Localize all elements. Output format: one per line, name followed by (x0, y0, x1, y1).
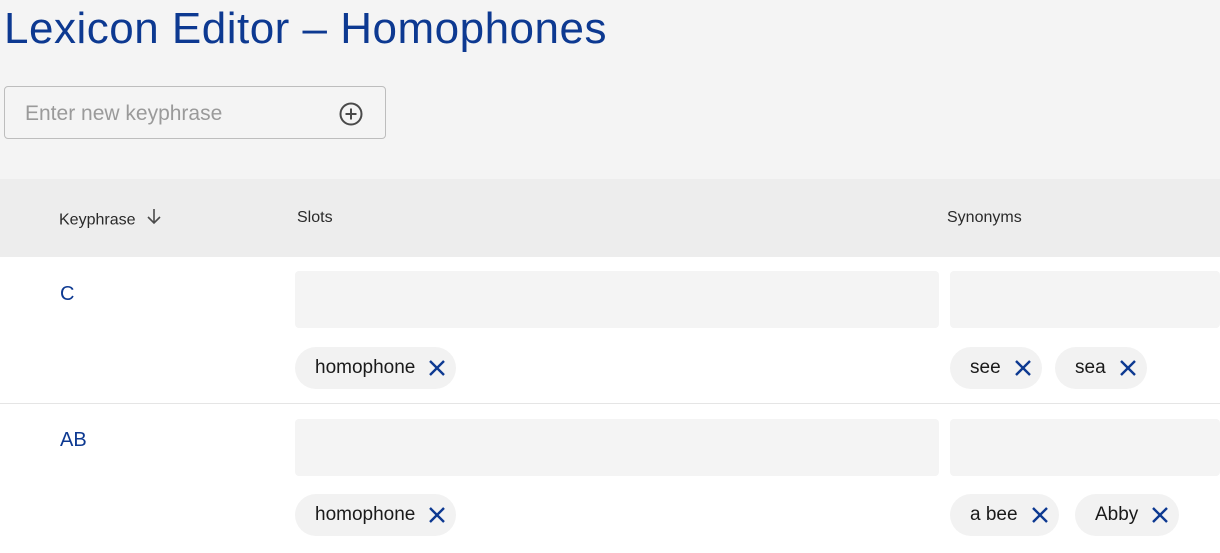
plus-circle-icon (339, 102, 363, 126)
slot-chip-label: homophone (315, 504, 416, 525)
table-row: AB homophone a bee Abby (0, 404, 1220, 553)
close-icon[interactable] (428, 506, 446, 524)
top-panel: Lexicon Editor – Homophones (0, 0, 1220, 179)
close-icon[interactable] (1151, 506, 1169, 524)
slot-input[interactable] (295, 271, 939, 328)
arrow-down-icon[interactable] (146, 207, 162, 230)
table-row: C homophone see sea (0, 257, 1220, 403)
slot-input[interactable] (295, 419, 939, 476)
new-keyphrase-input[interactable] (23, 101, 327, 127)
synonym-chip: Abby (1075, 494, 1180, 536)
close-icon[interactable] (1031, 506, 1049, 524)
slot-chip: homophone (295, 494, 457, 536)
synonym-chip: see (950, 347, 1042, 389)
synonym-input[interactable] (950, 419, 1220, 476)
column-header-keyphrase-label: Keyphrase (59, 211, 136, 229)
close-icon[interactable] (428, 359, 446, 377)
synonym-chip-label: see (970, 357, 1001, 378)
add-keyphrase-button[interactable] (339, 102, 363, 126)
synonym-chip: sea (1055, 347, 1147, 389)
synonym-chip-label: a bee (970, 504, 1018, 525)
column-header-slots: Slots (297, 209, 333, 226)
synonym-input[interactable] (950, 271, 1220, 328)
slot-chip-label: homophone (315, 357, 416, 378)
synonym-chip-label: Abby (1095, 504, 1139, 525)
column-header-keyphrase[interactable]: Keyphrase (59, 209, 162, 232)
new-keyphrase-field[interactable] (4, 86, 386, 139)
close-icon[interactable] (1119, 359, 1137, 377)
column-header-synonyms: Synonyms (947, 209, 1022, 226)
slot-chip: homophone (295, 347, 457, 389)
keyphrase-link[interactable]: C (60, 283, 74, 306)
page-title: Lexicon Editor – Homophones (4, 4, 607, 53)
table-header: Keyphrase Slots Synonyms (0, 179, 1220, 257)
close-icon[interactable] (1014, 359, 1032, 377)
synonym-chip: a bee (950, 494, 1059, 536)
synonym-chip-label: sea (1075, 357, 1106, 378)
keyphrase-link[interactable]: AB (60, 429, 87, 452)
